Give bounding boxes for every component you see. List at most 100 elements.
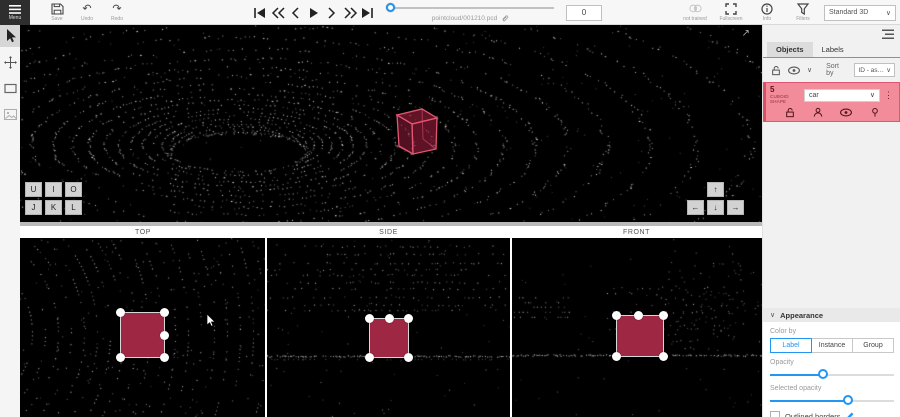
tab-objects[interactable]: Objects (767, 42, 813, 57)
key-l[interactable]: L (65, 200, 82, 215)
appearance-header[interactable]: ∨ Appearance (763, 308, 900, 322)
rotate-handle-north[interactable] (385, 314, 394, 323)
collapse-icon: ∨ (770, 311, 775, 319)
key-k[interactable]: K (45, 200, 62, 215)
chevron-down-icon: ∨ (870, 91, 875, 99)
ortho-views (20, 238, 762, 417)
skip-start-icon (253, 7, 265, 19)
resize-handle-se[interactable] (160, 353, 169, 362)
redo-button[interactable]: ↷ Redo (102, 0, 132, 25)
rotate-handle-north[interactable] (634, 311, 643, 320)
view-mode-select[interactable]: Standard 3D ∨ (824, 5, 896, 21)
visibility-all-icon[interactable] (788, 66, 800, 75)
selected-box-top[interactable] (120, 312, 165, 358)
key-arrow-right[interactable]: → (727, 200, 744, 215)
menu-button[interactable]: Menu (0, 0, 30, 25)
selected-opacity-slider-handle[interactable] (843, 395, 853, 405)
selected-cuboid-3d[interactable] (20, 25, 762, 222)
select-tool-button[interactable] (0, 25, 20, 47)
skip-to-start-button[interactable] (252, 5, 266, 21)
key-o[interactable]: O (65, 182, 82, 197)
fullscreen-button[interactable]: Fullscreen (716, 3, 746, 22)
resize-handle-sw[interactable] (365, 353, 374, 362)
sort-order-select[interactable]: ID - as… ∨ (854, 63, 895, 77)
key-arrow-down[interactable]: ↓ (707, 200, 724, 215)
fast-rewind-button[interactable] (270, 5, 284, 21)
appearance-title: Appearance (780, 311, 823, 320)
link-icon[interactable] (500, 14, 508, 22)
color-by-label: Color by (770, 328, 894, 335)
opacity-slider-handle[interactable] (818, 369, 828, 379)
save-button[interactable]: Save (42, 0, 72, 25)
skip-end-icon (361, 7, 373, 19)
fast-forward-button[interactable] (342, 5, 356, 21)
resize-handle-nw[interactable] (116, 308, 125, 317)
frame-slider-track[interactable] (386, 7, 554, 9)
expand-view-icon[interactable]: ↗ (742, 28, 750, 39)
key-j[interactable]: J (25, 200, 42, 215)
object-shape-type: CUBOID SHAPE (770, 94, 804, 104)
frame-slider[interactable] (386, 3, 554, 13)
undo-label: Undo (81, 16, 93, 22)
resize-handle-ne[interactable] (404, 314, 413, 323)
color-by-label-button[interactable]: Label (770, 338, 812, 353)
tab-labels[interactable]: Labels (813, 42, 853, 57)
image-overlay-tool-button[interactable] (0, 103, 20, 125)
ortho-view-labels: TOP SIDE FRONT (20, 226, 762, 238)
lock-icon[interactable] (785, 107, 795, 118)
key-u[interactable]: U (25, 182, 42, 197)
selected-opacity-slider[interactable] (770, 395, 894, 406)
resize-handle-se[interactable] (404, 353, 413, 362)
color-by-group-button[interactable]: Group (852, 338, 894, 353)
sort-by-label: Sort by (826, 63, 847, 77)
pin-icon[interactable] (870, 107, 880, 118)
key-i[interactable]: I (45, 182, 62, 197)
fast-forward-icon (343, 7, 356, 19)
top-view[interactable] (20, 238, 265, 417)
frame-slider-handle[interactable] (386, 3, 395, 12)
outlined-borders-checkbox[interactable] (770, 411, 780, 417)
color-by-instance-button[interactable]: Instance (811, 338, 853, 353)
lock-all-icon[interactable] (771, 65, 781, 76)
play-button[interactable] (306, 5, 320, 21)
selected-box-side[interactable] (369, 318, 409, 358)
edit-pencil-icon[interactable] (845, 412, 854, 417)
eye-icon[interactable] (840, 108, 852, 117)
key-arrow-up[interactable]: ↑ (707, 182, 724, 197)
move-tool-button[interactable] (0, 51, 20, 73)
selected-box-front[interactable] (616, 315, 664, 357)
object-more-menu[interactable]: ⋮ (880, 90, 895, 101)
next-frame-button[interactable] (324, 5, 338, 21)
main-3d-viewport[interactable]: ↗ U I O J K L ↑ ← ↓ → (20, 25, 762, 222)
key-arrow-left[interactable]: ← (687, 200, 704, 215)
filters-button[interactable]: Filters (788, 3, 818, 22)
skip-to-end-button[interactable] (360, 5, 374, 21)
info-button[interactable]: Info (752, 3, 782, 22)
previous-frame-button[interactable] (288, 5, 302, 21)
undo-button[interactable]: ↶ Undo (72, 0, 102, 25)
resize-handle-ne[interactable] (160, 308, 169, 317)
rotate-handle-east[interactable] (160, 331, 169, 340)
cursor-icon (5, 29, 16, 43)
color-by-group: Label Instance Group (770, 338, 894, 353)
fast-rewind-icon (271, 7, 284, 19)
resize-handle-nw[interactable] (612, 311, 621, 320)
resize-handle-sw[interactable] (116, 353, 125, 362)
person-icon[interactable] (813, 107, 823, 118)
frame-number-input[interactable] (566, 5, 602, 21)
opacity-slider[interactable] (770, 369, 894, 380)
panel-menu-icon[interactable] (882, 29, 894, 40)
annotation-app: Menu Save ↶ Undo ↷ Redo (0, 0, 900, 417)
object-category-select[interactable]: car ∨ (804, 89, 880, 102)
selected-opacity-slider-fill (770, 400, 848, 402)
opacity-label: Opacity (770, 359, 894, 366)
expand-all-icon[interactable]: ∨ (807, 66, 812, 74)
fullscreen-icon (725, 3, 737, 15)
model-predictions-button[interactable]: not trained (680, 3, 710, 22)
cuboid-tool-button[interactable] (0, 77, 20, 99)
object-list-item-selected[interactable]: 5 CUBOID SHAPE car ∨ ⋮ (763, 82, 900, 122)
front-view[interactable] (512, 238, 762, 417)
object-category-value: car (809, 92, 819, 99)
resize-handle-nw[interactable] (365, 314, 374, 323)
side-view[interactable] (267, 238, 511, 417)
